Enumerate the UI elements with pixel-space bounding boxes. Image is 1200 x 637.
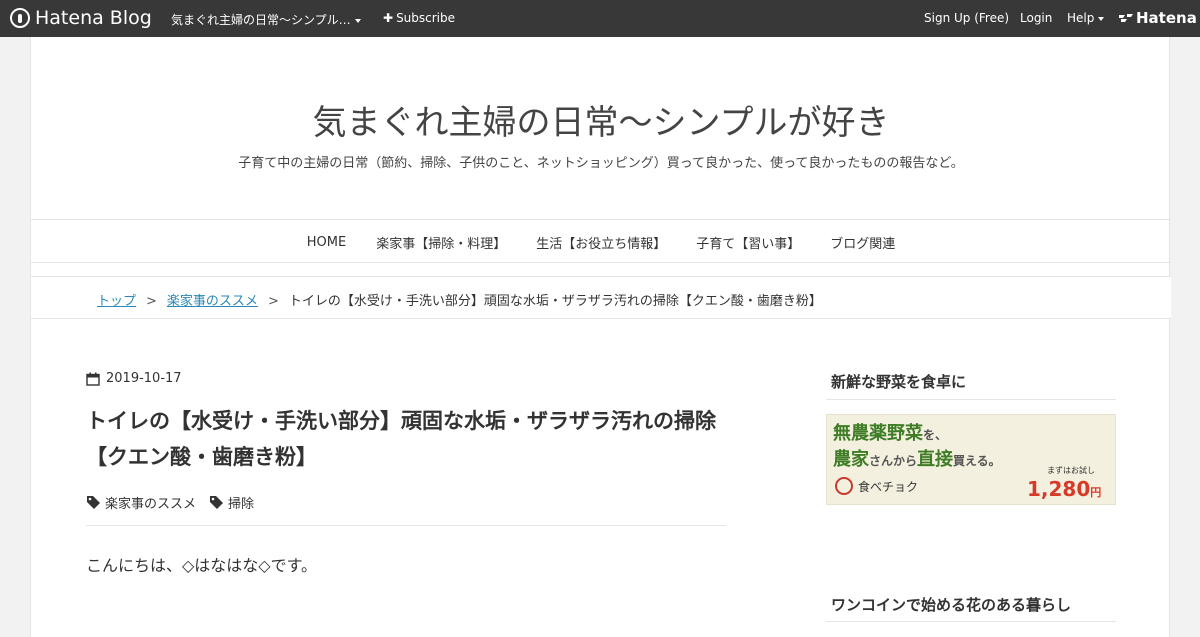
chevron-down-icon bbox=[1098, 16, 1105, 21]
hatena-mark-icon bbox=[1119, 14, 1133, 22]
banner-headline-line1: 無農薬野菜を、 bbox=[833, 423, 948, 444]
login-link[interactable]: Login bbox=[1020, 11, 1052, 25]
breadcrumb-top-link[interactable]: トップ bbox=[97, 294, 136, 309]
breadcrumb-category-link[interactable]: 楽家事のススメ bbox=[167, 294, 258, 309]
hatena-logo-link[interactable]: Hatena bbox=[1118, 9, 1197, 27]
hatena-blog-logo-icon bbox=[10, 8, 30, 28]
blog-selector-label: 気まぐれ主婦の日常～シンプル… bbox=[171, 13, 351, 27]
plus-icon: ✚ bbox=[383, 11, 394, 25]
article-title[interactable]: トイレの【水受け・手洗い部分】頑固な水垢・ザラザラ汚れの掃除【クエン酸・歯磨き粉… bbox=[86, 403, 726, 475]
category-link[interactable]: 楽家事のススメ bbox=[86, 493, 196, 512]
nav-item-blog[interactable]: ブログ関連 bbox=[830, 231, 895, 252]
article-date[interactable]: 2019-10-17 bbox=[86, 371, 182, 386]
category-link[interactable]: 掃除 bbox=[209, 493, 254, 512]
nav-item-housework[interactable]: 楽家事【掃除・料理】 bbox=[376, 231, 506, 252]
banner-headline-line2: 農家さんから直接買える。 bbox=[833, 449, 1001, 470]
article-categories: 楽家事のススメ 掃除 bbox=[86, 493, 267, 512]
subscribe-button[interactable]: ✚ Subscribe bbox=[383, 11, 455, 25]
article-body-first-line: こんにちは、◇はなはな◇です。 bbox=[86, 556, 318, 575]
article-divider bbox=[86, 525, 726, 526]
category-label: 掃除 bbox=[228, 497, 255, 512]
breadcrumb-separator: > bbox=[267, 294, 279, 309]
tag-icon bbox=[210, 496, 224, 509]
sidebar-divider bbox=[826, 621, 1116, 622]
logo-text: Hatena Blog bbox=[35, 7, 152, 29]
subscribe-label: Subscribe bbox=[396, 11, 456, 25]
hatena-label: Hatena bbox=[1136, 9, 1197, 27]
blog-page: 気まぐれ主婦の日常～シンプルが好き 子育て中の主婦の日常（節約、掃除、子供のこと… bbox=[30, 37, 1171, 637]
sidebar-divider bbox=[826, 399, 1116, 400]
breadcrumb-current: トイレの【水受け・手洗い部分】頑固な水垢・ザラザラ汚れの掃除【クエン酸・歯磨き粉… bbox=[288, 294, 822, 309]
category-label: 楽家事のススメ bbox=[105, 497, 197, 512]
blog-title[interactable]: 気まぐれ主婦の日常～シンプルが好き bbox=[31, 95, 1171, 144]
tabechoku-logo: 食べチョク bbox=[835, 477, 918, 495]
blog-selector-dropdown[interactable]: 気まぐれ主婦の日常～シンプル… bbox=[171, 11, 361, 28]
sidebar-module-title: 新鮮な野菜を食卓に bbox=[831, 373, 967, 391]
breadcrumb: トップ > 楽家事のススメ > トイレの【水受け・手洗い部分】頑固な水垢・ザラザラ汚れの… bbox=[31, 277, 1171, 319]
chevron-down-icon bbox=[354, 18, 361, 23]
tabechoku-brand: 食べチョク bbox=[858, 479, 919, 494]
article-date-text: 2019-10-17 bbox=[106, 371, 182, 386]
tabechoku-ad-banner[interactable]: 無農薬野菜を、 農家さんから直接買える。 食べチョク まずはお試し 1,280円 bbox=[826, 414, 1116, 505]
calendar-icon bbox=[86, 372, 100, 386]
nav-item-life[interactable]: 生活【お役立ち情報】 bbox=[536, 231, 666, 252]
hatena-global-header: Hatena Blog 気まぐれ主婦の日常～シンプル… ✚ Subscribe S… bbox=[0, 0, 1200, 37]
sidebar-module-title: ワンコインで始める花のある暮らし bbox=[831, 596, 1072, 614]
signup-link[interactable]: Sign Up (Free) bbox=[924, 11, 1009, 25]
help-label: Help bbox=[1067, 11, 1095, 25]
nav-divider-strip bbox=[31, 263, 1171, 277]
tabechoku-logo-icon bbox=[835, 477, 853, 495]
blog-description: 子育て中の主婦の日常（節約、掃除、子供のこと、ネットショッピング）買って良かった… bbox=[238, 156, 964, 171]
global-nav: HOME 楽家事【掃除・料理】 生活【お役立ち情報】 子育て【習い事】 ブログ関… bbox=[31, 219, 1171, 263]
tag-icon bbox=[87, 496, 100, 509]
banner-trial-note: まずはお試し bbox=[1047, 466, 1095, 475]
breadcrumb-separator: > bbox=[146, 294, 157, 309]
help-dropdown[interactable]: Help bbox=[1067, 11, 1105, 25]
nav-item-home[interactable]: HOME bbox=[307, 233, 346, 250]
nav-item-parenting[interactable]: 子育て【習い事】 bbox=[696, 231, 800, 252]
hatena-blog-logo[interactable]: Hatena Blog bbox=[10, 7, 152, 29]
banner-price: 1,280円 bbox=[1027, 477, 1102, 501]
